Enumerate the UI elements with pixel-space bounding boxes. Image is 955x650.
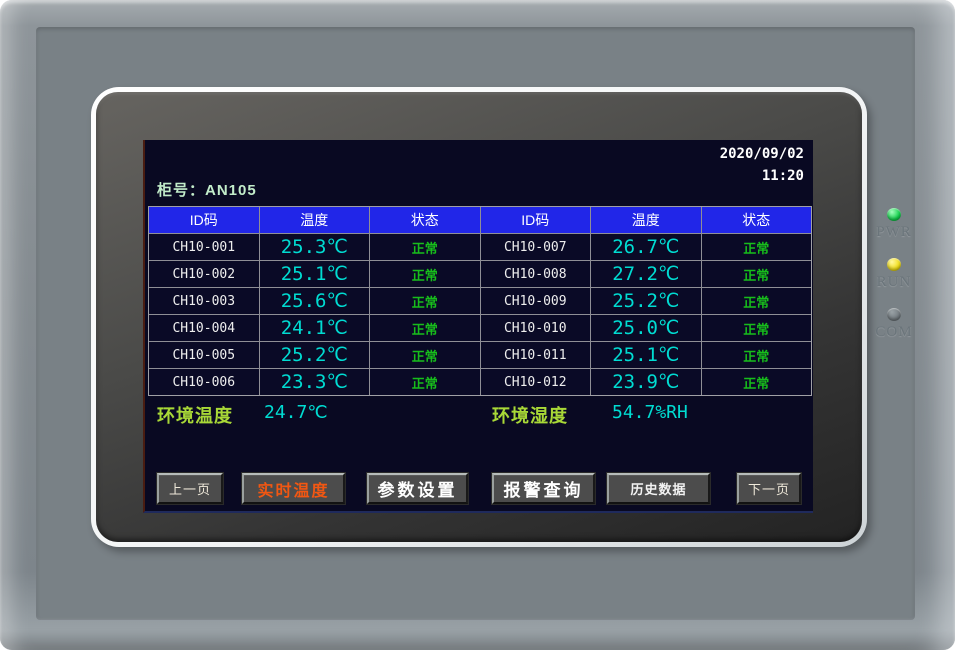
table-cell-temp: 25.3℃ — [260, 234, 370, 260]
table-cell-id: CH10-002 — [149, 261, 259, 287]
table-cell-status: 正常 — [370, 369, 480, 395]
table-cell-status: 正常 — [702, 369, 812, 395]
run-led-icon — [887, 258, 901, 271]
table-cell-temp: 27.2℃ — [591, 261, 701, 287]
ambient-temp-value: 24.7℃ — [264, 402, 328, 423]
table-cell-status: 正常 — [702, 261, 812, 287]
table-cell-id: CH10-008 — [481, 261, 591, 287]
table-cell-id: CH10-009 — [481, 288, 591, 314]
alarm-query-button[interactable]: 报警查询 — [492, 473, 595, 504]
col-header-temp: 温度 — [260, 207, 370, 233]
table-cell-temp: 26.7℃ — [591, 234, 701, 260]
table-cell-status: 正常 — [702, 342, 812, 368]
run-led-group: RUN — [869, 258, 919, 291]
prev-page-button[interactable]: 上一页 — [157, 473, 223, 504]
com-led-group: COM — [869, 308, 919, 341]
pwr-led-group: PWR — [869, 208, 919, 241]
table-cell-status: 正常 — [370, 261, 480, 287]
datetime-display: 2020/09/02 11:20 — [720, 143, 804, 187]
power-led-icon — [887, 208, 901, 221]
ambient-humidity-label: 环境湿度 — [492, 402, 568, 428]
table-cell-id: CH10-011 — [481, 342, 591, 368]
col-header-id: ID码 — [481, 207, 591, 233]
run-led-label: RUN — [877, 274, 912, 291]
ambient-temp-label: 环境温度 — [157, 402, 233, 428]
table-cell-status: 正常 — [702, 234, 812, 260]
table-cell-id: CH10-003 — [149, 288, 259, 314]
table-cell-status: 正常 — [702, 288, 812, 314]
col-header-id: ID码 — [149, 207, 259, 233]
table-cell-status: 正常 — [370, 315, 480, 341]
temperature-table: ID码 温度 状态 ID码 温度 状态 CH10-001 25.3℃ 正常 CH… — [148, 206, 812, 396]
table-cell-id: CH10-005 — [149, 342, 259, 368]
table-cell-temp: 25.0℃ — [591, 315, 701, 341]
hmi-panel: 2020/09/02 11:20 柜号：AN105 ID码 温度 状态 ID码 … — [0, 0, 955, 650]
ambient-humidity-value: 54.7%RH — [612, 402, 688, 423]
table-cell-status: 正常 — [370, 342, 480, 368]
table-cell-temp: 25.2℃ — [260, 342, 370, 368]
table-cell-id: CH10-010 — [481, 315, 591, 341]
lcd-screen: 2020/09/02 11:20 柜号：AN105 ID码 温度 状态 ID码 … — [143, 140, 813, 513]
col-header-temp: 温度 — [591, 207, 701, 233]
table-cell-id: CH10-006 — [149, 369, 259, 395]
col-header-status: 状态 — [370, 207, 480, 233]
table-cell-temp: 25.1℃ — [591, 342, 701, 368]
table-cell-id: CH10-012 — [481, 369, 591, 395]
time-text: 11:20 — [720, 165, 804, 187]
com-led-label: COM — [875, 324, 912, 341]
com-led-icon — [887, 308, 901, 321]
realtime-temp-button[interactable]: 实时温度 — [242, 473, 345, 504]
table-cell-id: CH10-004 — [149, 315, 259, 341]
table-cell-temp: 25.2℃ — [591, 288, 701, 314]
date-text: 2020/09/02 — [720, 143, 804, 165]
table-cell-temp: 24.1℃ — [260, 315, 370, 341]
table-cell-temp: 23.3℃ — [260, 369, 370, 395]
table-cell-temp: 25.1℃ — [260, 261, 370, 287]
table-cell-temp: 25.6℃ — [260, 288, 370, 314]
cabinet-number-label: 柜号：AN105 — [157, 179, 257, 200]
table-cell-temp: 23.9℃ — [591, 369, 701, 395]
table-cell-id: CH10-001 — [149, 234, 259, 260]
col-header-status: 状态 — [702, 207, 812, 233]
table-cell-status: 正常 — [370, 288, 480, 314]
table-cell-status: 正常 — [702, 315, 812, 341]
param-settings-button[interactable]: 参数设置 — [367, 473, 468, 504]
power-led-label: PWR — [876, 224, 912, 241]
history-data-button[interactable]: 历史数据 — [607, 473, 710, 504]
next-page-button[interactable]: 下一页 — [737, 473, 801, 504]
table-cell-id: CH10-007 — [481, 234, 591, 260]
table-cell-status: 正常 — [370, 234, 480, 260]
status-led-column: PWR RUN COM — [869, 208, 919, 358]
